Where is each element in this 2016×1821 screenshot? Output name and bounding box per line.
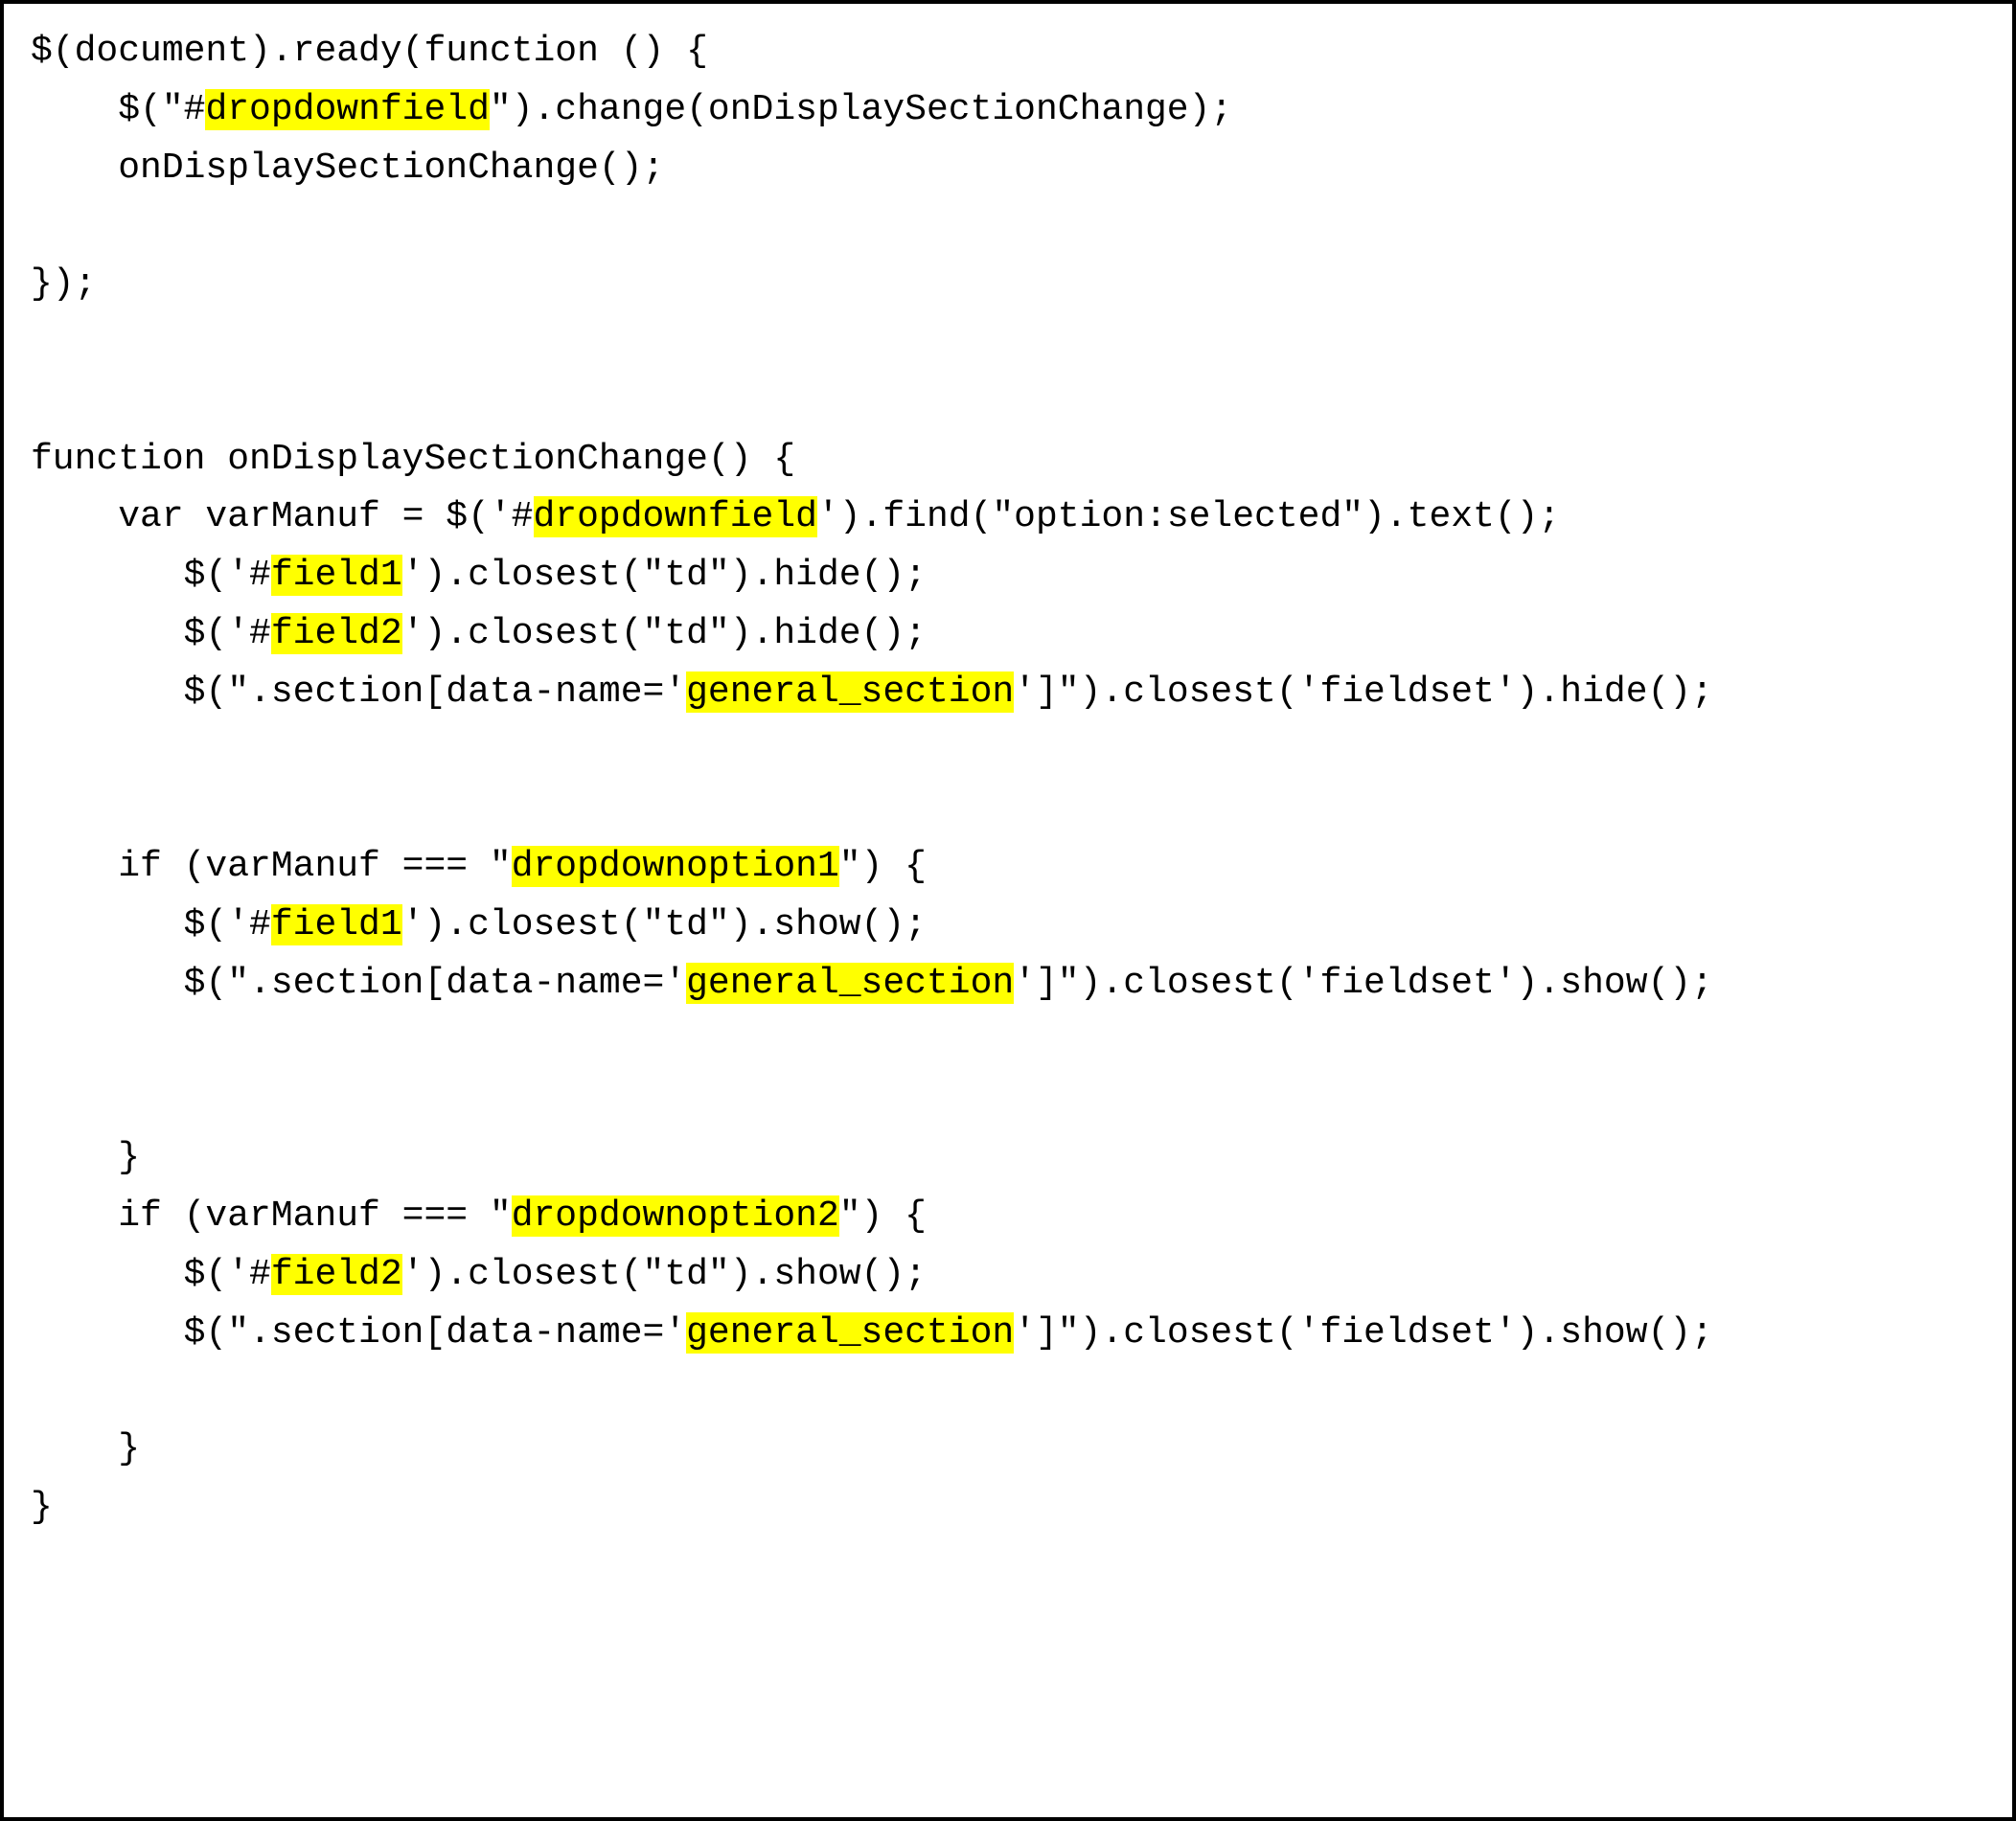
code-line: $(".section[data-name='general_section']… bbox=[31, 664, 1985, 722]
code-line: $('#field1').closest("td").show(); bbox=[31, 897, 1985, 955]
highlighted-identifier: field1 bbox=[271, 904, 402, 945]
code-line: $(".section[data-name='general_section']… bbox=[31, 1305, 1985, 1363]
highlighted-identifier: dropdownoption1 bbox=[512, 846, 839, 887]
code-line: $(document).ready(function () { bbox=[31, 23, 1985, 81]
code-line: } bbox=[31, 1479, 1985, 1537]
code-line bbox=[31, 722, 1985, 781]
code-line: if (varManuf === "dropdownoption2") { bbox=[31, 1188, 1985, 1246]
code-line bbox=[31, 1013, 1985, 1072]
code-line bbox=[31, 373, 1985, 431]
code-line: } bbox=[31, 1129, 1985, 1188]
code-line bbox=[31, 1071, 1985, 1129]
code-line: $("#dropdownfield").change(onDisplaySect… bbox=[31, 81, 1985, 140]
code-line bbox=[31, 780, 1985, 838]
code-snippet-frame: $(document).ready(function () { $("#drop… bbox=[0, 0, 2016, 1821]
code-line: function onDisplaySectionChange() { bbox=[31, 431, 1985, 489]
highlighted-identifier: general_section bbox=[686, 671, 1014, 713]
highlighted-identifier: dropdownfield bbox=[534, 496, 817, 537]
highlighted-identifier: dropdownoption2 bbox=[512, 1195, 839, 1237]
code-line: $('#field1').closest("td").hide(); bbox=[31, 547, 1985, 605]
highlighted-identifier: general_section bbox=[686, 963, 1014, 1004]
code-line: $('#field2').closest("td").show(); bbox=[31, 1246, 1985, 1305]
highlighted-identifier: field2 bbox=[271, 613, 402, 654]
code-line: onDisplaySectionChange(); bbox=[31, 140, 1985, 198]
code-line bbox=[31, 197, 1985, 256]
highlighted-identifier: dropdownfield bbox=[205, 89, 489, 130]
code-line: }); bbox=[31, 256, 1985, 314]
highlighted-identifier: field2 bbox=[271, 1254, 402, 1295]
highlighted-identifier: general_section bbox=[686, 1312, 1014, 1354]
highlighted-identifier: field1 bbox=[271, 555, 402, 596]
code-line: $(".section[data-name='general_section']… bbox=[31, 955, 1985, 1013]
code-line bbox=[31, 314, 1985, 373]
code-line: $('#field2').closest("td").hide(); bbox=[31, 605, 1985, 664]
code-line: var varManuf = $('#dropdownfield').find(… bbox=[31, 489, 1985, 547]
code-line: if (varManuf === "dropdownoption1") { bbox=[31, 838, 1985, 897]
code-line bbox=[31, 1362, 1985, 1421]
code-line: } bbox=[31, 1421, 1985, 1479]
